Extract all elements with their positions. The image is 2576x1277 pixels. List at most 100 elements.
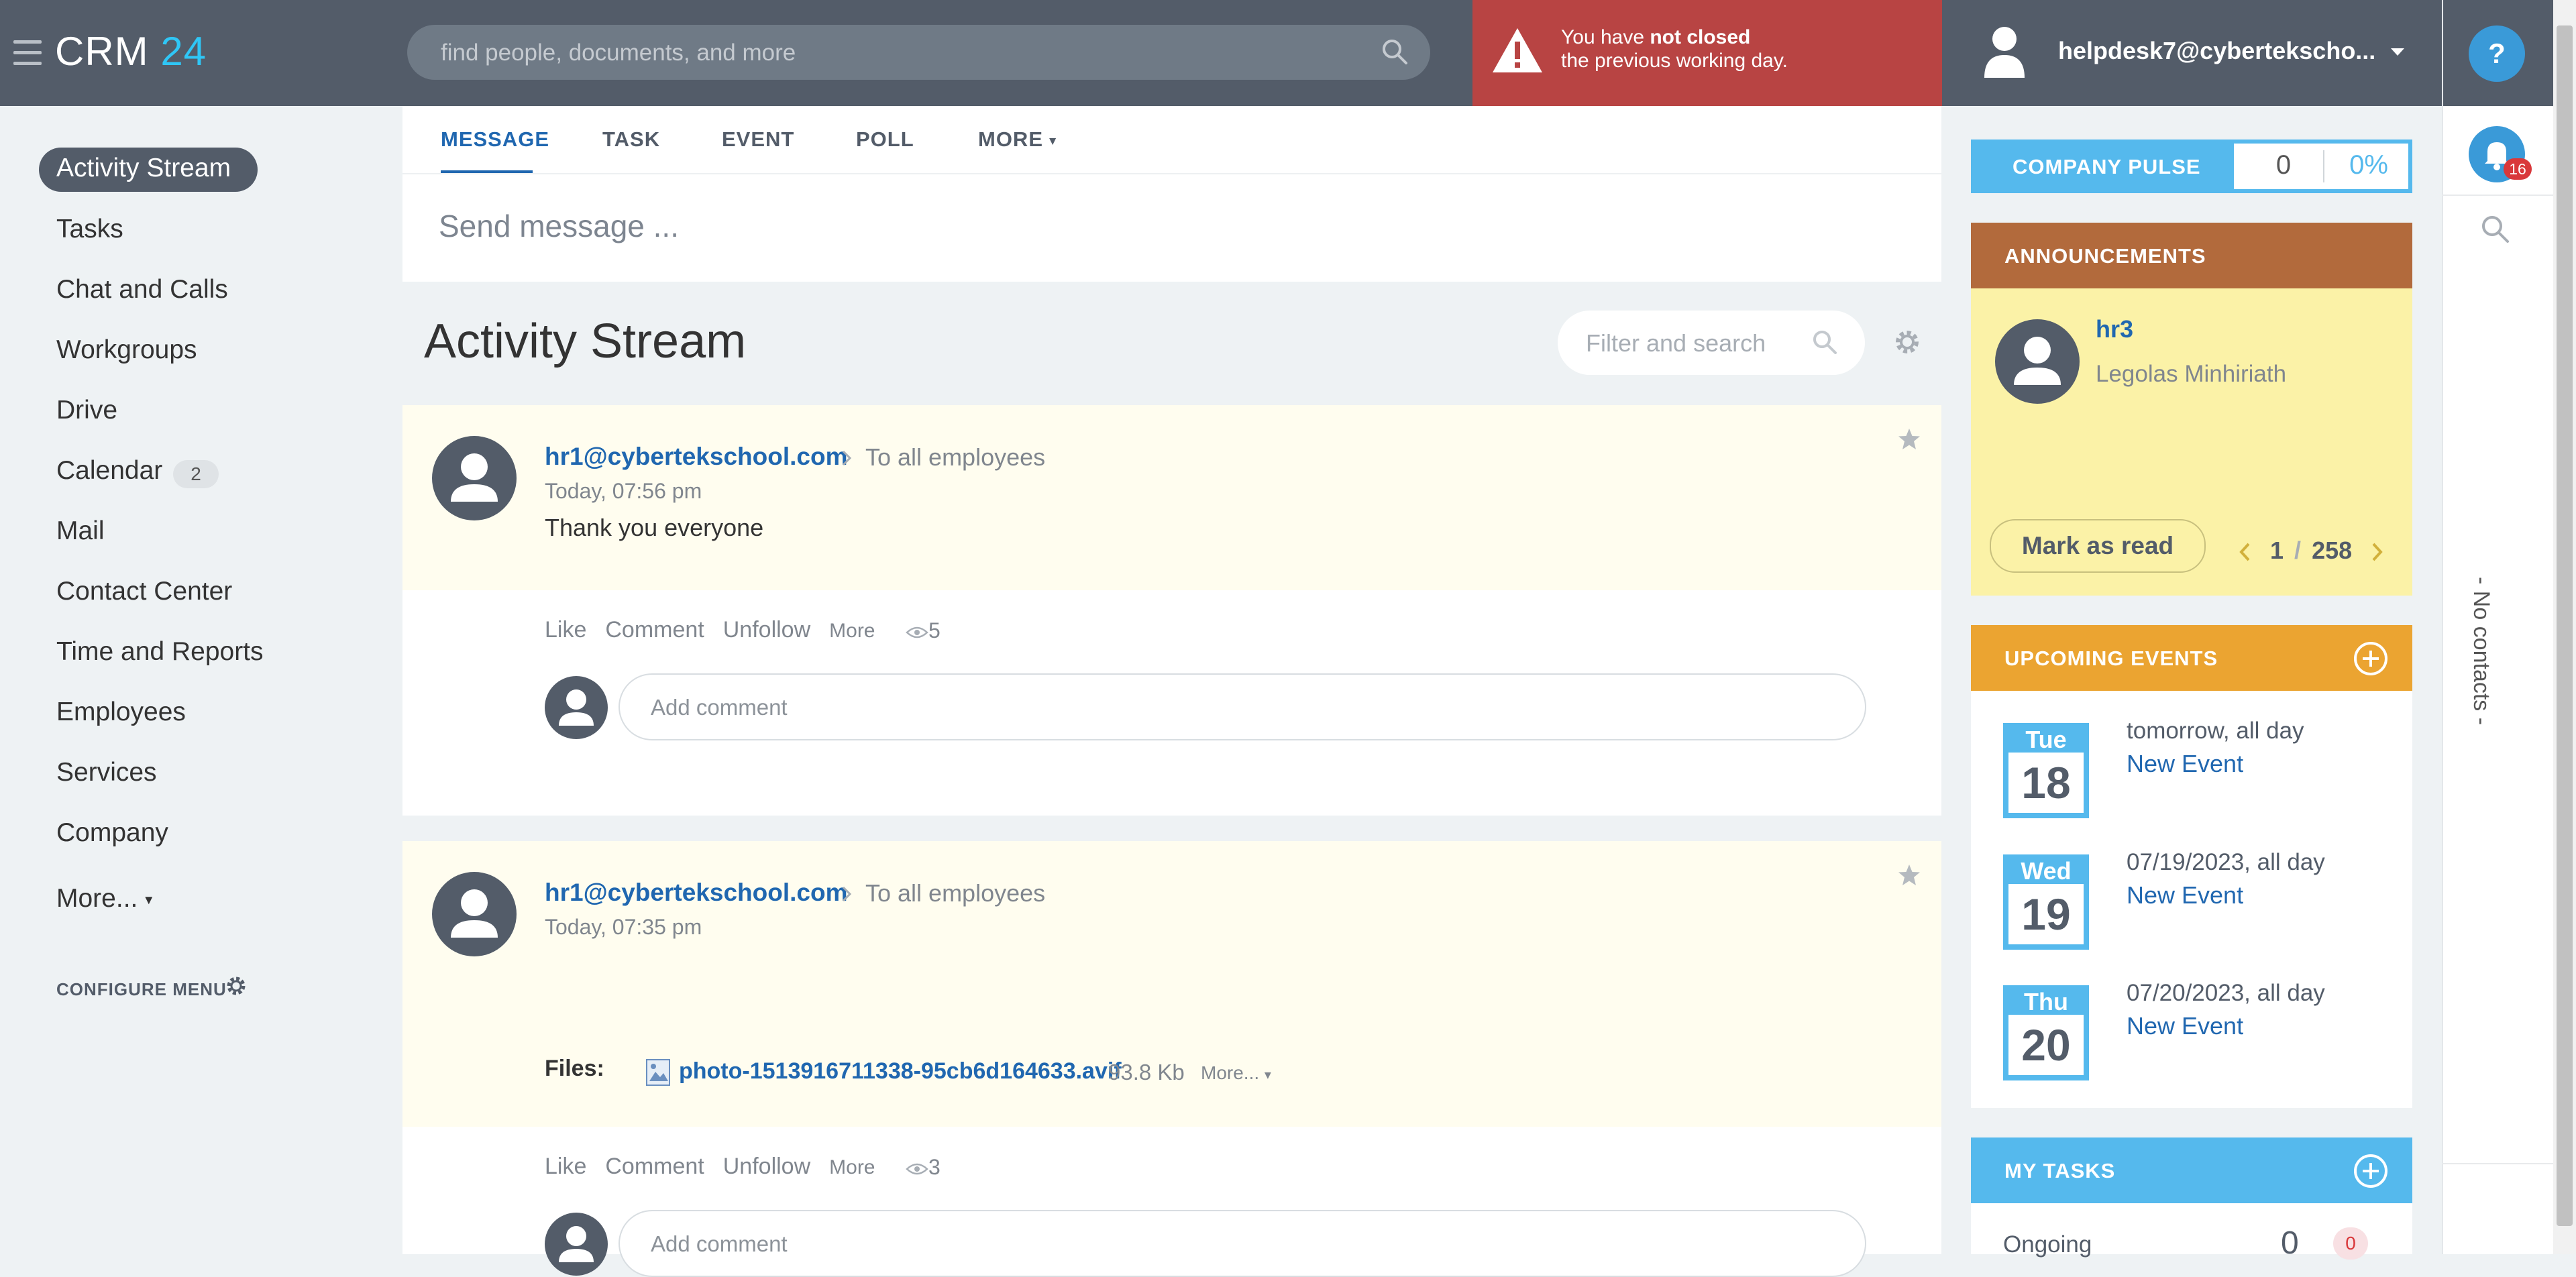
event-link[interactable]: New Event [2127,881,2243,909]
comment-input[interactable] [649,675,1846,740]
pulse-count: 0 [2275,150,2292,180]
chevron-right-icon [841,449,852,467]
sidebar-item-time-and-reports[interactable]: Time and Reports [56,637,264,667]
chevron-down-icon[interactable] [2390,47,2405,56]
sidebar-item-contact-center[interactable]: Contact Center [56,577,232,606]
tab-event[interactable]: EVENT [722,127,794,152]
unfollow-button[interactable]: Unfollow [723,617,810,643]
global-search[interactable] [407,25,1430,81]
user-avatar-icon[interactable] [1979,24,2030,80]
more-actions-button[interactable]: More [829,1156,875,1178]
warning-icon [1491,27,1544,74]
sidebar-item-employees[interactable]: Employees [56,698,186,727]
caret-down-icon: ▾ [145,891,153,908]
sidebar-item-calendar[interactable]: Calendar [56,456,162,486]
star-icon[interactable] [1897,864,1921,887]
tab-more[interactable]: MORE ▾ [978,127,1057,152]
sidebar-item-services[interactable]: Services [56,758,157,787]
caret-down-icon: ▾ [1264,1068,1271,1082]
ongoing-overdue-badge: 0 [2333,1227,2368,1260]
global-search-input[interactable] [439,25,1354,81]
eye-icon [906,1162,928,1176]
my-tasks-title: MY TASKS [2004,1159,2116,1182]
logo-number: 24 [160,29,207,74]
filter-search-input[interactable] [1585,311,1809,376]
event-weekday: Tue [2025,726,2067,753]
mark-as-read-button[interactable]: Mark as read [1990,519,2206,573]
attached-file-link[interactable]: photo-1513916711338-95cb6d164633.avif [679,1058,1122,1085]
announcement-avatar-icon[interactable] [1995,319,2080,404]
add-event-plus-icon[interactable] [2353,641,2388,676]
scrollbar-thumb[interactable] [2557,25,2573,1226]
tab-poll[interactable]: POLL [856,127,914,152]
post-destination[interactable]: To all employees [865,443,1045,471]
event-date-tile: Wed 19 [2003,854,2089,950]
announcement-author-link[interactable]: hr3 [2096,315,2133,343]
more-actions-button[interactable]: More [829,620,875,642]
sidebar-item-mail[interactable]: Mail [56,516,105,546]
star-icon[interactable] [1897,428,1921,451]
post-time[interactable]: Today, 07:35 pm [545,915,702,940]
sidebar-item-more-label: More... [56,884,138,913]
warning-text: You have not closed the previous working… [1561,25,1788,72]
stream-settings-gear-icon[interactable] [1892,327,1923,357]
sidebar-item-chat-and-calls[interactable]: Chat and Calls [56,275,228,304]
event-link[interactable]: New Event [2127,750,2243,778]
ongoing-tasks-label[interactable]: Ongoing [2003,1231,2092,1258]
send-message-input[interactable]: Send message ... [439,208,679,244]
configure-menu-button[interactable]: CONFIGURE MENU [56,979,227,1000]
like-button[interactable]: Like [545,1154,586,1179]
sidebar-item-drive[interactable]: Drive [56,396,117,425]
event-when: 07/20/2023, all day [2127,980,2325,1006]
comment-input[interactable] [649,1211,1846,1277]
feed-post: hr1@cybertekschool.com To all employees … [402,841,1941,1277]
contact-search-icon[interactable] [2479,213,2510,244]
app-logo[interactable]: CRM 24 [55,28,207,74]
event-date-tile: Thu 20 [2003,985,2089,1080]
tab-task[interactable]: TASK [602,127,660,152]
post-destination[interactable]: To all employees [865,879,1045,907]
search-icon[interactable] [1381,38,1409,66]
post-text: Thank you everyone [545,514,764,541]
chevron-left-icon[interactable] [2238,542,2251,562]
like-button[interactable]: Like [545,617,586,643]
calendar-count-badge: 2 [173,460,219,488]
comment-field[interactable] [619,1210,1866,1277]
chevron-right-icon[interactable] [2371,542,2384,562]
unfollow-button[interactable]: Unfollow [723,1154,810,1179]
comment-field[interactable] [619,673,1866,740]
author-avatar-icon[interactable] [432,872,517,956]
announcement-text[interactable]: Legolas Minhiriath [2096,361,2286,388]
help-button[interactable]: ? [2469,25,2525,82]
sidebar-item-tasks[interactable]: Tasks [56,215,123,244]
sidebar-item-company[interactable]: Company [56,818,168,848]
post-author-link[interactable]: hr1@cybertekschool.com [545,443,847,471]
workday-warning[interactable]: You have not closed the previous working… [1472,0,1942,106]
post-author-link[interactable]: hr1@cybertekschool.com [545,879,847,907]
file-more-button[interactable]: More... ▾ [1201,1062,1271,1084]
author-avatar-icon[interactable] [432,436,517,520]
comment-button[interactable]: Comment [605,1154,704,1179]
search-icon[interactable] [1811,329,1838,355]
event-link[interactable]: New Event [2127,1012,2243,1040]
user-name[interactable]: helpdesk7@cybertekscho... [2058,37,2375,65]
sidebar-item-workgroups[interactable]: Workgroups [56,335,197,365]
sidebar-item-more[interactable]: More... ▾ [56,884,152,913]
warning-text-pre: You have [1561,26,1650,48]
ongoing-tasks-count[interactable]: 0 [2281,1225,2299,1262]
menu-toggle-icon[interactable] [13,40,42,66]
views-count: 3 [906,1155,941,1180]
tab-more-label: MORE [978,127,1043,151]
warning-text-line2: the previous working day. [1561,50,1788,72]
pager-total: 258 [2312,537,2353,564]
page-title: Activity Stream [424,315,747,368]
sidebar-item-activity-stream[interactable]: Activity Stream [56,154,231,183]
event-weekday: Wed [2021,857,2072,885]
event-day-number: 20 [2008,1015,2084,1075]
tab-message[interactable]: MESSAGE [441,127,549,152]
add-task-plus-icon[interactable] [2353,1154,2388,1188]
composer-divider [402,173,1941,174]
post-time[interactable]: Today, 07:56 pm [545,479,702,504]
comment-button[interactable]: Comment [605,617,704,643]
gear-icon[interactable] [224,974,248,998]
